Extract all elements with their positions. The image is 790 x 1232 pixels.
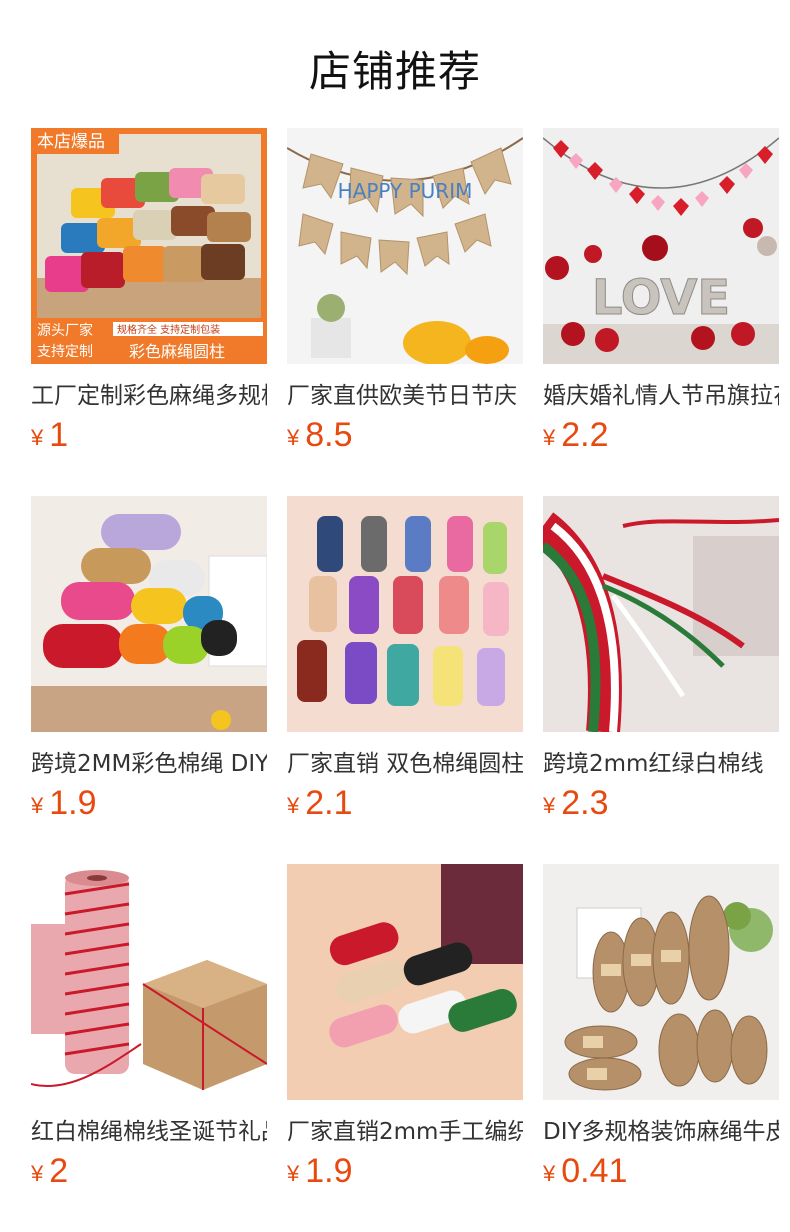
product-image[interactable]: 本店爆品 源头厂家 支持定制 规格齐全 支持定制包装 彩色麻绳圆柱 xyxy=(31,128,267,364)
product-card[interactable]: HAPPY PURIM 厂家直供欧美节日节庆 ¥8.5 xyxy=(287,128,523,468)
product-image[interactable] xyxy=(543,496,779,732)
currency-symbol: ¥ xyxy=(31,793,44,818)
product-image[interactable] xyxy=(287,496,523,732)
currency-symbol: ¥ xyxy=(287,425,300,450)
currency-symbol: ¥ xyxy=(31,1161,44,1186)
product-card[interactable]: DIY多规格装饰麻绳牛皮 ¥0.41 xyxy=(543,864,779,1204)
price-value: 2.3 xyxy=(561,784,609,822)
balloon-text: LOVE xyxy=(592,270,730,326)
product-price: ¥1 xyxy=(31,416,68,460)
price-value: 1.9 xyxy=(305,1152,353,1190)
currency-symbol: ¥ xyxy=(31,425,44,450)
badge-hot-text: 本店爆品 xyxy=(37,132,105,152)
currency-symbol: ¥ xyxy=(287,793,300,818)
product-card[interactable]: 跨境2MM彩色棉绳 DIY ¥1.9 xyxy=(31,496,267,836)
product-name[interactable]: 跨境2mm红绿白棉线 xyxy=(543,748,779,780)
product-card[interactable]: 跨境2mm红绿白棉线 ¥2.3 xyxy=(543,496,779,836)
product-card[interactable]: 本店爆品 源头厂家 支持定制 规格齐全 支持定制包装 彩色麻绳圆柱 工厂定制彩色… xyxy=(31,128,267,468)
price-value: 8.5 xyxy=(305,416,353,454)
product-image[interactable] xyxy=(31,864,267,1100)
product-name[interactable]: 厂家直销 双色棉绳圆柱 xyxy=(287,748,523,780)
price-value: 2 xyxy=(49,1152,69,1190)
product-card[interactable]: 厂家直销2mm手工编织 ¥1.9 xyxy=(287,864,523,1204)
product-price: ¥0.41 xyxy=(543,1152,627,1196)
currency-symbol: ¥ xyxy=(543,425,556,450)
product-price: ¥2.1 xyxy=(287,784,353,828)
product-card[interactable]: LOVE 婚庆婚礼情人节吊旗拉花 ¥2.2 xyxy=(543,128,779,468)
product-price: ¥2.3 xyxy=(543,784,609,828)
product-image[interactable] xyxy=(287,864,523,1100)
product-name[interactable]: 厂家直销2mm手工编织 xyxy=(287,1116,523,1148)
product-card[interactable]: 厂家直销 双色棉绳圆柱 ¥2.1 xyxy=(287,496,523,836)
product-card[interactable]: 红白棉绳棉线圣诞节礼品 ¥2 xyxy=(31,864,267,1204)
product-name[interactable]: DIY多规格装饰麻绳牛皮 xyxy=(543,1116,779,1148)
product-name[interactable]: 厂家直供欧美节日节庆 xyxy=(287,380,523,412)
product-price: ¥8.5 xyxy=(287,416,353,460)
product-name[interactable]: 工厂定制彩色麻绳多规格 xyxy=(31,380,267,412)
currency-symbol: ¥ xyxy=(543,793,556,818)
product-image[interactable]: HAPPY PURIM xyxy=(287,128,523,364)
product-price: ¥1.9 xyxy=(287,1152,353,1196)
price-value: 2.2 xyxy=(561,416,609,454)
product-image[interactable] xyxy=(31,496,267,732)
banner-text: HAPPY PURIM xyxy=(338,179,473,203)
product-price: ¥2.2 xyxy=(543,416,609,460)
svg-text:规格齐全 支持定制包装: 规格齐全 支持定制包装 xyxy=(117,323,220,336)
price-value: 1 xyxy=(49,416,69,454)
shop-recommend-header: 店铺推荐 xyxy=(0,0,790,128)
product-name[interactable]: 婚庆婚礼情人节吊旗拉花 xyxy=(543,380,779,412)
svg-text:源头厂家: 源头厂家 xyxy=(37,322,93,339)
product-price: ¥2 xyxy=(31,1152,68,1196)
price-value: 1.9 xyxy=(49,784,97,822)
product-image[interactable] xyxy=(543,864,779,1100)
svg-text:支持定制: 支持定制 xyxy=(37,344,93,360)
currency-symbol: ¥ xyxy=(287,1161,300,1186)
product-name[interactable]: 红白棉绳棉线圣诞节礼品 xyxy=(31,1116,267,1148)
product-name[interactable]: 跨境2MM彩色棉绳 DIY xyxy=(31,748,267,780)
product-image[interactable]: LOVE xyxy=(543,128,779,364)
page-title: 店铺推荐 xyxy=(308,47,481,96)
product-price: ¥1.9 xyxy=(31,784,97,828)
currency-symbol: ¥ xyxy=(543,1161,556,1186)
price-value: 2.1 xyxy=(305,784,353,822)
price-value: 0.41 xyxy=(561,1152,628,1190)
svg-text:彩色麻绳圆柱: 彩色麻绳圆柱 xyxy=(129,342,225,361)
